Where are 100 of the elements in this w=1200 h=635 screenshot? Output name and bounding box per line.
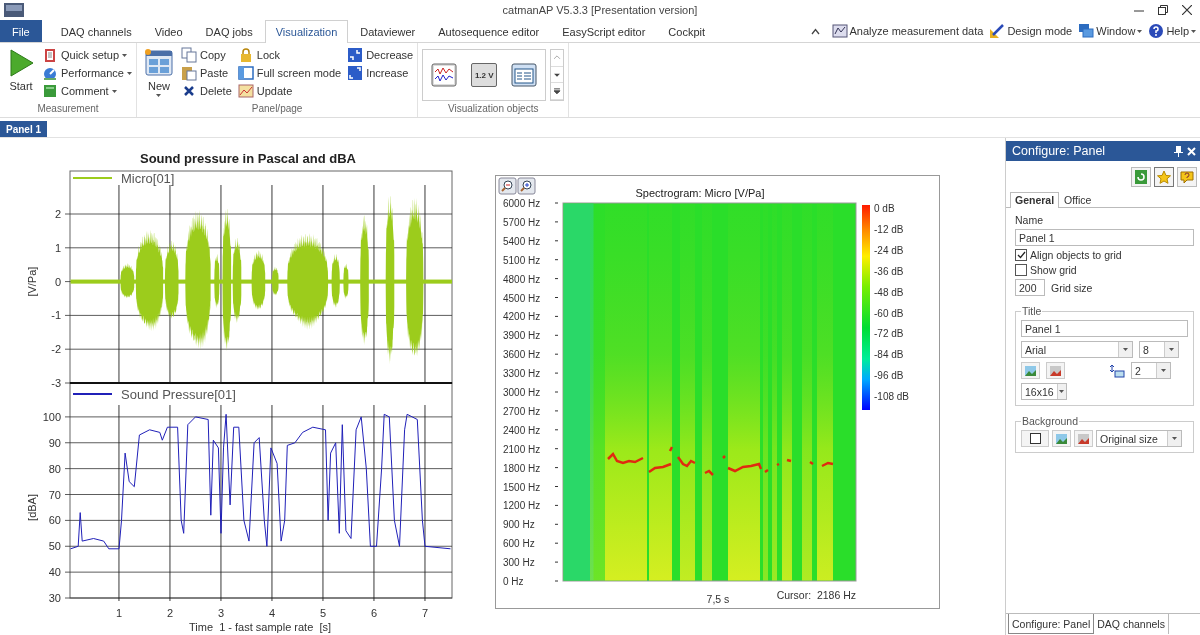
ribbon-tab[interactable]: DAQ jobs (194, 20, 264, 42)
ribbon-button[interactable]: Paste (181, 64, 232, 82)
close-icon[interactable] (1182, 5, 1192, 15)
image-button[interactable] (1021, 362, 1040, 379)
font-size-select[interactable]: 8 (1139, 341, 1179, 358)
tick-label: 70 (48, 488, 61, 501)
ribbon-button[interactable]: Increase (347, 64, 414, 82)
group-label: Background (1021, 415, 1080, 427)
title-field[interactable]: Panel 1 (1021, 320, 1188, 337)
field-label: Grid size (1051, 281, 1093, 294)
document-tab[interactable]: Panel 1 (0, 121, 48, 137)
tick-label: 5400 Hz (503, 235, 541, 247)
tab[interactable]: DAQ channels (1094, 614, 1169, 634)
caret-icon (156, 94, 162, 97)
tab[interactable]: Office (1059, 192, 1097, 207)
legend-line (73, 393, 112, 395)
ribbon-large-button[interactable]: Start (4, 46, 38, 103)
scale-label: -48 dB (874, 286, 904, 298)
ribbon-tab[interactable]: Visualization (264, 20, 349, 43)
spacing-select[interactable]: 2 (1131, 362, 1171, 379)
digital-display-object[interactable]: 1.2 V (471, 63, 498, 87)
tick-label: 60 (48, 514, 61, 527)
toolbar-link[interactable]: Design mode (989, 23, 1073, 39)
refresh-button[interactable] (1131, 167, 1151, 187)
name-field[interactable]: Panel 1 (1015, 229, 1194, 246)
checkbox-label: Show grid (1030, 264, 1077, 276)
pin-icon[interactable] (1174, 145, 1183, 157)
checkbox[interactable] (1015, 264, 1027, 276)
tick-label: 7 (421, 607, 429, 619)
ribbon-button[interactable]: Quick setup (42, 46, 132, 64)
font-select[interactable]: Arial (1021, 341, 1133, 358)
list-object-icon[interactable] (511, 63, 538, 87)
color-button[interactable] (1021, 430, 1049, 447)
toolbar-link[interactable]: Window (1078, 23, 1143, 39)
tick-label: 100 (42, 410, 61, 423)
grid-size-field[interactable]: 200 (1015, 279, 1045, 296)
image-button[interactable] (1074, 430, 1093, 447)
tick-label: 1 (54, 241, 61, 254)
caret-icon (1137, 29, 1143, 33)
chart-icon (831, 23, 848, 39)
favorite-button[interactable] (1154, 167, 1174, 187)
file-menu[interactable]: File (0, 20, 42, 42)
ribbon-tab[interactable]: Dataviewer (349, 20, 427, 42)
clipboard-icon (42, 47, 58, 63)
tick-label: -2 (51, 343, 61, 356)
checkbox-label: Align objects to grid (1030, 249, 1122, 261)
shrink-icon (347, 47, 364, 63)
caret-icon (1123, 348, 1128, 351)
image-button[interactable] (1052, 430, 1071, 447)
tick-label: 6000 Hz (503, 198, 541, 209)
tick-label: 1800 Hz (503, 462, 541, 474)
ribbon-tab[interactable]: Video (143, 20, 194, 42)
ribbon-large-button[interactable]: New (141, 46, 177, 103)
ribbon-tab[interactable]: DAQ channels (49, 20, 143, 42)
ribbon-button[interactable]: Comment (42, 82, 132, 100)
tab[interactable]: Configure: Panel (1008, 614, 1095, 634)
ribbon-button[interactable]: Decrease (347, 46, 414, 64)
ribbon-tab[interactable]: Cockpit (657, 20, 717, 42)
scale-label: 0 dB (874, 203, 895, 214)
ribbon-button[interactable]: Update (237, 82, 342, 100)
background-mode-select[interactable]: Original size (1096, 430, 1182, 447)
toolbar-link[interactable]: Analyze measurement data (831, 23, 984, 39)
ribbon-tab[interactable]: EasyScript editor (551, 20, 657, 42)
collapse-ribbon-icon[interactable] (810, 27, 820, 35)
toolbar-link[interactable]: Help (1148, 23, 1196, 39)
tab[interactable]: General (1010, 192, 1060, 208)
panel-icon (144, 48, 174, 78)
restore-icon[interactable] (1158, 5, 1168, 15)
group-label: Visualization objects (447, 103, 540, 116)
ribbon-tab[interactable]: Autosequence editor (427, 20, 551, 42)
ruler-pencil-icon (989, 23, 1006, 39)
axis-label: [dBA] (26, 494, 38, 521)
checkbox[interactable] (1015, 249, 1027, 261)
tick-label: 900 Hz (503, 519, 535, 531)
ribbon-button[interactable]: Performance (42, 64, 132, 82)
image-button[interactable] (1046, 362, 1065, 379)
legend-label: Sound Pressure[01] (121, 387, 236, 402)
pitch-trace (809, 460, 814, 466)
tick-label: 3900 Hz (503, 330, 541, 342)
zoom-in-button[interactable] (517, 177, 536, 195)
caret-icon (127, 71, 132, 75)
pitch-trace (607, 451, 644, 465)
chart-object-icon[interactable] (431, 63, 458, 87)
tick-label: 0 Hz (503, 576, 524, 587)
pitch-trace (821, 461, 834, 468)
tick-label: 3000 Hz (503, 387, 541, 398)
tick-label: 300 Hz (503, 557, 535, 569)
ribbon-button[interactable]: Full screen mode (237, 64, 342, 82)
tick-label: 2 (54, 208, 61, 220)
axis-label: [V/Pa] (26, 266, 38, 297)
help-button[interactable] (1177, 167, 1197, 187)
zoom-out-button[interactable] (498, 177, 517, 195)
ribbon-button[interactable]: Delete (181, 82, 232, 100)
legend-label: Micro[01] (121, 171, 175, 186)
icon-size-select[interactable]: 16x16 (1021, 383, 1067, 400)
tick-label: 2100 Hz (503, 443, 541, 455)
ribbon-button[interactable]: Copy (181, 46, 232, 64)
gauge-icon (42, 65, 58, 81)
ribbon-button[interactable]: Lock (237, 46, 342, 64)
tick-label: 1200 Hz (503, 500, 541, 512)
